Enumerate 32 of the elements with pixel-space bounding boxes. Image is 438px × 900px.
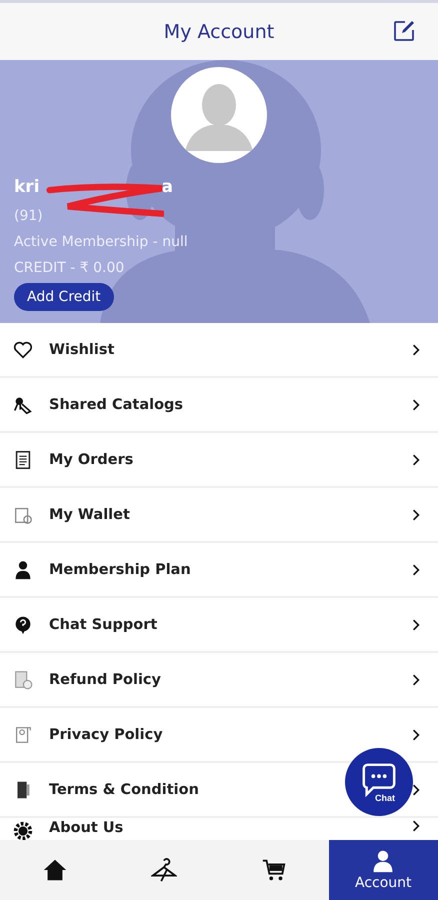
add-credit-button[interactable]: Add Credit	[14, 283, 114, 311]
membership-status: Active Membership - null	[14, 233, 188, 252]
user-name: kri	[14, 177, 40, 197]
menu-item[interactable]: My Orders	[49, 452, 134, 468]
document-icon	[12, 668, 34, 690]
gear-icon	[12, 820, 34, 840]
chevron-right-icon	[412, 674, 420, 686]
chevron-right-icon	[412, 344, 420, 356]
menu-item[interactable]: About Us	[49, 820, 124, 836]
menu-item[interactable]: Terms & Condition	[49, 782, 199, 798]
chat-button[interactable]: Chat	[345, 748, 413, 816]
user-name: a	[162, 177, 174, 197]
menu-item[interactable]: Membership Plan	[49, 562, 191, 578]
menu-item[interactable]: Chat Support	[49, 616, 158, 632]
chevron-right-icon	[412, 820, 420, 832]
menu-item[interactable]: Shared Catalogs	[49, 396, 184, 412]
chevron-right-icon	[412, 398, 420, 410]
chevron-right-icon	[412, 618, 420, 630]
credit-balance: CREDIT - ₹ 0.00	[14, 259, 124, 278]
menu-item[interactable]: My Wallet	[49, 506, 130, 522]
chevron-right-icon	[412, 784, 420, 796]
phone-number: (91)	[14, 207, 43, 226]
nav-tab[interactable]: Account	[328, 840, 438, 900]
edit-icon[interactable]	[392, 19, 416, 43]
menu-item[interactable]: Wishlist	[49, 342, 114, 358]
chevron-right-icon	[412, 454, 420, 466]
chevron-right-icon	[412, 508, 420, 520]
chevron-right-icon	[412, 728, 420, 740]
page-title: My Account	[164, 20, 274, 42]
menu-item[interactable]: Privacy Policy	[49, 726, 163, 742]
chevron-right-icon	[412, 564, 420, 576]
menu-item[interactable]: Refund Policy	[49, 672, 161, 688]
